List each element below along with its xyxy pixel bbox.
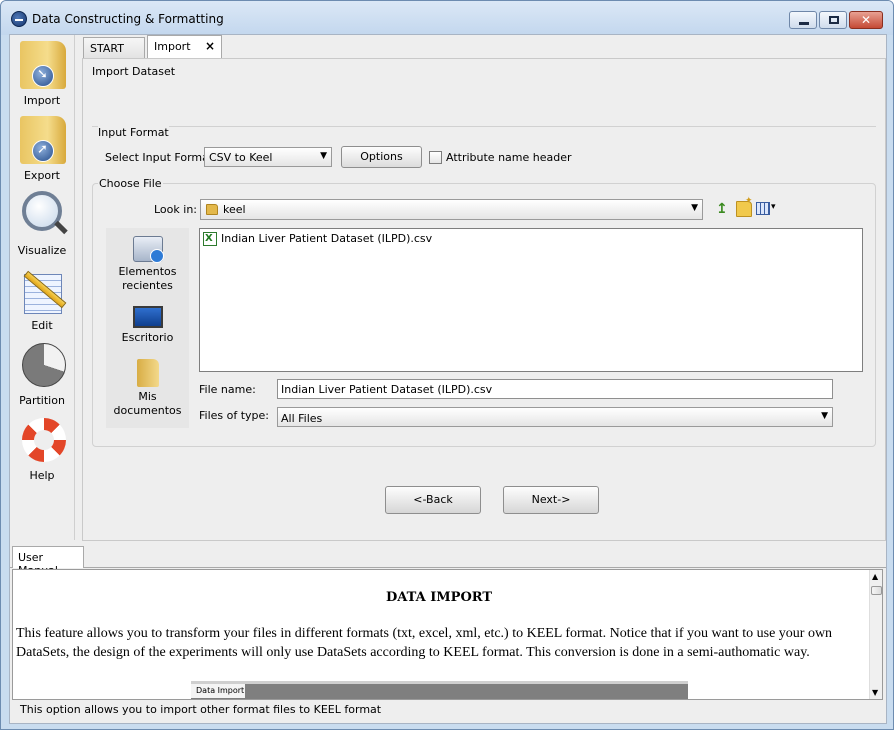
scroll-down-icon[interactable]: ▼ (872, 688, 878, 697)
list-item[interactable]: Indian Liver Patient Dataset (ILPD).csv (203, 232, 432, 248)
maximize-button[interactable] (819, 11, 847, 29)
embedded-screenshot: Data Import 2 (191, 681, 688, 699)
places-bar: Elementos recientes Escritorio Mis docum… (106, 228, 189, 428)
sidebar-item-label: Help (29, 469, 55, 482)
place-label: Elementos recientes (118, 265, 177, 292)
panel-title: Import Dataset (92, 65, 176, 78)
maximize-icon (829, 16, 839, 24)
sidebar: Import Export Visualize Edit Partition H… (10, 35, 75, 540)
dropdown-value: All Files (281, 412, 323, 425)
view-menu-icon[interactable] (756, 201, 778, 217)
group-title: Input Format (98, 126, 169, 139)
sidebar-item-label: Import (23, 94, 61, 107)
lifebuoy-icon (20, 416, 66, 464)
new-folder-icon[interactable] (736, 196, 753, 217)
tab-label: Import (154, 40, 191, 53)
window-title: Data Constructing & Formatting (32, 12, 224, 26)
scroll-up-icon[interactable]: ▲ (872, 572, 878, 581)
choose-file-group: Choose File Look in: keel ▼ Elementos re… (92, 177, 876, 447)
manual-heading: DATA IMPORT (385, 590, 493, 605)
look-in-dropdown[interactable]: keel ▼ (200, 199, 703, 220)
close-window-button[interactable]: ✕ (849, 11, 883, 29)
back-button[interactable]: <-Back (385, 486, 481, 514)
attribute-header-checkbox[interactable] (429, 151, 442, 164)
file-name-label: File name: (199, 383, 256, 396)
desktop-icon (132, 306, 163, 328)
notepad-pencil-icon (20, 266, 67, 314)
import-folder-icon (20, 41, 66, 89)
status-bar: This option allows you to import other f… (20, 703, 382, 716)
chevron-down-icon: ▼ (320, 151, 327, 161)
folder-icon (206, 204, 218, 215)
up-one-level-icon[interactable] (716, 201, 732, 217)
title-bar[interactable]: Data Constructing & Formatting ✕ (1, 1, 893, 35)
place-label: Escritorio (121, 331, 174, 344)
options-button[interactable]: Options (341, 146, 422, 168)
dropdown-value: keel (223, 203, 246, 216)
embedded-tab-label: Data Import 2 (191, 684, 245, 698)
tab-label: START (90, 42, 124, 55)
file-list[interactable]: Indian Liver Patient Dataset (ILPD).csv (199, 228, 863, 372)
sidebar-item-export[interactable]: Export (12, 112, 72, 184)
tab-start[interactable]: START (83, 37, 145, 59)
file-type-label: Files of type: (199, 409, 270, 422)
file-type-dropdown[interactable]: All Files ▼ (277, 407, 833, 427)
minimize-button[interactable] (789, 11, 817, 29)
input-format-group: Input Format Select Input Format CSV to … (92, 126, 876, 176)
place-my-documents[interactable]: Mis documentos (106, 359, 189, 418)
input-format-dropdown[interactable]: CSV to Keel ▼ (204, 147, 332, 167)
minimize-icon (799, 22, 809, 25)
tab-import[interactable]: Import × (147, 35, 222, 59)
file-name-input[interactable]: Indian Liver Patient Dataset (ILPD).csv (277, 379, 833, 399)
client-area: Import Export Visualize Edit Partition H… (9, 34, 887, 724)
excel-csv-icon (203, 232, 217, 246)
export-folder-icon (20, 116, 66, 164)
place-desktop[interactable]: Escritorio (106, 306, 189, 345)
look-in-label: Look in: (154, 203, 197, 216)
sidebar-item-import[interactable]: Import (12, 37, 72, 109)
sidebar-item-label: Visualize (17, 244, 67, 257)
vertical-scrollbar[interactable]: ▲ ▼ (869, 570, 882, 699)
tab-user-manual[interactable]: User Manual (12, 546, 84, 577)
sidebar-item-help[interactable]: Help (12, 412, 72, 484)
file-name: Indian Liver Patient Dataset (ILPD).csv (221, 232, 433, 245)
close-tab-icon[interactable]: × (205, 39, 215, 53)
select-format-label: Select Input Format (105, 151, 214, 164)
app-window: Data Constructing & Formatting ✕ Import … (0, 0, 894, 730)
sidebar-item-edit[interactable]: Edit (12, 262, 72, 334)
magnifier-icon (20, 191, 68, 239)
app-logo-icon (11, 11, 27, 27)
sidebar-item-label: Edit (31, 319, 53, 332)
attribute-header-label[interactable]: Attribute name header (446, 151, 572, 164)
sidebar-item-label: Partition (19, 394, 65, 407)
manual-body-text: This feature allows you to transform you… (16, 626, 833, 660)
user-manual-panel: DATA IMPORT This feature allows you to t… (12, 569, 883, 700)
sidebar-item-partition[interactable]: Partition (12, 337, 72, 409)
import-panel: Import Dataset Input Format Select Input… (82, 58, 886, 541)
chevron-down-icon: ▼ (821, 411, 828, 421)
next-button[interactable]: Next-> (503, 486, 599, 514)
place-label: Mis documentos (113, 390, 182, 417)
place-recent-items[interactable]: Elementos recientes (106, 236, 189, 293)
pie-chart-icon (20, 341, 66, 389)
sidebar-item-label: Export (23, 169, 60, 182)
group-title: Choose File (98, 177, 163, 190)
scroll-thumb[interactable] (871, 586, 882, 595)
close-icon: ✕ (860, 13, 872, 27)
dropdown-value: CSV to Keel (209, 151, 273, 164)
chevron-down-icon: ▼ (691, 203, 698, 213)
my-documents-icon (136, 359, 159, 387)
sidebar-item-visualize[interactable]: Visualize (12, 187, 72, 259)
recent-items-icon (132, 236, 164, 263)
manual-tab-strip: User Manual (10, 546, 886, 577)
